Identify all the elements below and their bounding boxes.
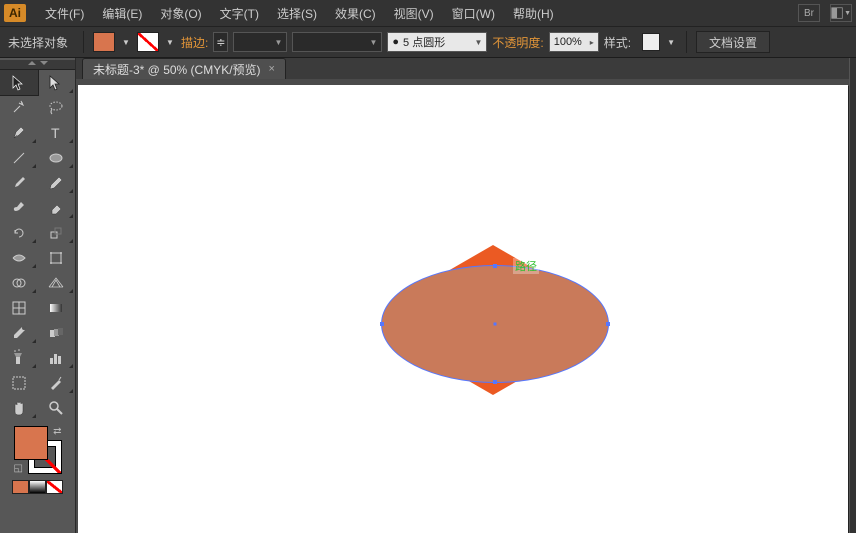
menu-window[interactable]: 窗口(W)	[443, 5, 504, 22]
pencil-tool[interactable]	[38, 170, 76, 195]
scale-tool[interactable]	[38, 220, 76, 245]
menu-file[interactable]: 文件(F)	[36, 5, 93, 22]
variable-width-profile[interactable]: ▼	[292, 32, 382, 52]
stroke-weight-field[interactable]: ▼	[233, 32, 287, 52]
artboard[interactable]: 路径	[78, 85, 848, 533]
shape-builder-tool[interactable]	[0, 270, 38, 295]
opacity-label: 不透明度:	[492, 34, 543, 51]
none-mode-button[interactable]	[46, 480, 63, 494]
paintbrush-tool[interactable]	[0, 170, 38, 195]
swap-fill-stroke-icon[interactable]: ⇄	[53, 426, 61, 437]
ellipse-center-point	[494, 323, 497, 326]
ellipse-shape[interactable]	[381, 265, 609, 383]
type-tool[interactable]: T	[38, 120, 76, 145]
opacity-field[interactable]: 100%▸	[549, 32, 599, 52]
divider	[83, 31, 84, 53]
menu-type[interactable]: 文字(T)	[211, 5, 268, 22]
menu-select[interactable]: 选择(S)	[268, 5, 326, 22]
fill-stroke-indicator[interactable]: ⇄ ◱	[14, 426, 62, 474]
artboard-tool[interactable]	[0, 370, 38, 395]
graphic-style-swatch[interactable]	[642, 33, 660, 51]
menu-help[interactable]: 帮助(H)	[504, 5, 563, 22]
rotate-tool[interactable]	[0, 220, 38, 245]
column-graph-tool[interactable]	[38, 345, 76, 370]
free-transform-tool[interactable]	[38, 245, 76, 270]
main-area: T ⇄	[0, 58, 856, 533]
menu-bar: Ai 文件(F) 编辑(E) 对象(O) 文字(T) 选择(S) 效果(C) 视…	[0, 0, 856, 27]
line-segment-tool[interactable]	[0, 145, 38, 170]
stroke-color-swatch[interactable]	[137, 32, 159, 52]
document-tab[interactable]: 未标题-3* @ 50% (CMYK/预览) ×	[82, 58, 286, 79]
menu-effect[interactable]: 效果(C)	[326, 5, 385, 22]
tools-panel: T ⇄	[0, 58, 76, 533]
stroke-label: 描边:	[181, 34, 208, 51]
stroke-color-dropdown[interactable]: ▼	[164, 38, 176, 47]
document-tab-bar: 未标题-3* @ 50% (CMYK/预览) ×	[76, 58, 856, 79]
svg-text:T: T	[51, 125, 60, 141]
canvas-viewport[interactable]: 路径	[76, 79, 856, 533]
fill-color-swatch[interactable]	[93, 32, 115, 52]
fill-indicator[interactable]	[14, 426, 48, 460]
selection-tool[interactable]	[0, 70, 38, 95]
anchor-point[interactable]	[493, 264, 497, 268]
smart-guide-label: 路径	[513, 258, 539, 274]
color-mode-row	[12, 480, 63, 494]
close-tab-icon[interactable]: ×	[269, 63, 275, 75]
style-label: 样式:	[604, 34, 631, 51]
default-fill-stroke-icon[interactable]: ◱	[14, 463, 23, 474]
menu-object[interactable]: 对象(O)	[151, 5, 210, 22]
arrange-docs-button[interactable]: ▼	[830, 4, 852, 22]
control-bar: 未选择对象 ▼ ▼ 描边: ≑ ▼ ▼ ● 5 点圆形 ▼ 不透明度: 100%…	[0, 27, 856, 58]
blend-tool[interactable]	[38, 320, 76, 345]
mesh-tool[interactable]	[0, 295, 38, 320]
direct-selection-tool[interactable]	[38, 70, 76, 95]
slice-tool[interactable]	[38, 370, 76, 395]
eraser-tool[interactable]	[38, 195, 76, 220]
selection-state-label: 未选择对象	[8, 34, 68, 51]
fill-color-dropdown[interactable]: ▼	[120, 38, 132, 47]
anchor-point[interactable]	[380, 322, 384, 326]
pen-tool[interactable]	[0, 120, 38, 145]
menu-extras: Br ▼	[798, 4, 852, 22]
anchor-point[interactable]	[493, 380, 497, 384]
hand-tool[interactable]	[0, 395, 38, 420]
lasso-tool[interactable]	[38, 95, 76, 120]
divider	[686, 31, 687, 53]
bridge-button[interactable]: Br	[798, 4, 820, 22]
brush-definition[interactable]: ● 5 点圆形 ▼	[387, 32, 487, 52]
tools-panel-grip[interactable]	[0, 60, 75, 70]
document-setup-button[interactable]: 文档设置	[696, 31, 770, 53]
anchor-point[interactable]	[606, 322, 610, 326]
graphic-style-dropdown[interactable]: ▼	[665, 38, 677, 47]
eyedropper-tool[interactable]	[0, 320, 38, 345]
zoom-tool[interactable]	[38, 395, 76, 420]
ellipse-tool[interactable]	[38, 145, 76, 170]
collapsed-panel-dock[interactable]	[849, 58, 856, 533]
menu-edit[interactable]: 编辑(E)	[93, 5, 151, 22]
color-mode-button[interactable]	[12, 480, 29, 494]
menu-view[interactable]: 视图(V)	[385, 5, 443, 22]
document-area: 未标题-3* @ 50% (CMYK/预览) × 路径	[76, 58, 856, 533]
document-tab-title: 未标题-3* @ 50% (CMYK/预览)	[93, 61, 261, 78]
stroke-weight-stepper[interactable]: ≑	[213, 32, 228, 52]
perspective-grid-tool[interactable]	[38, 270, 76, 295]
symbol-sprayer-tool[interactable]	[0, 345, 38, 370]
magic-wand-tool[interactable]	[0, 95, 38, 120]
gradient-tool[interactable]	[38, 295, 76, 320]
width-tool[interactable]	[0, 245, 38, 270]
blob-brush-tool[interactable]	[0, 195, 38, 220]
gradient-mode-button[interactable]	[29, 480, 46, 494]
app-icon: Ai	[4, 4, 26, 22]
